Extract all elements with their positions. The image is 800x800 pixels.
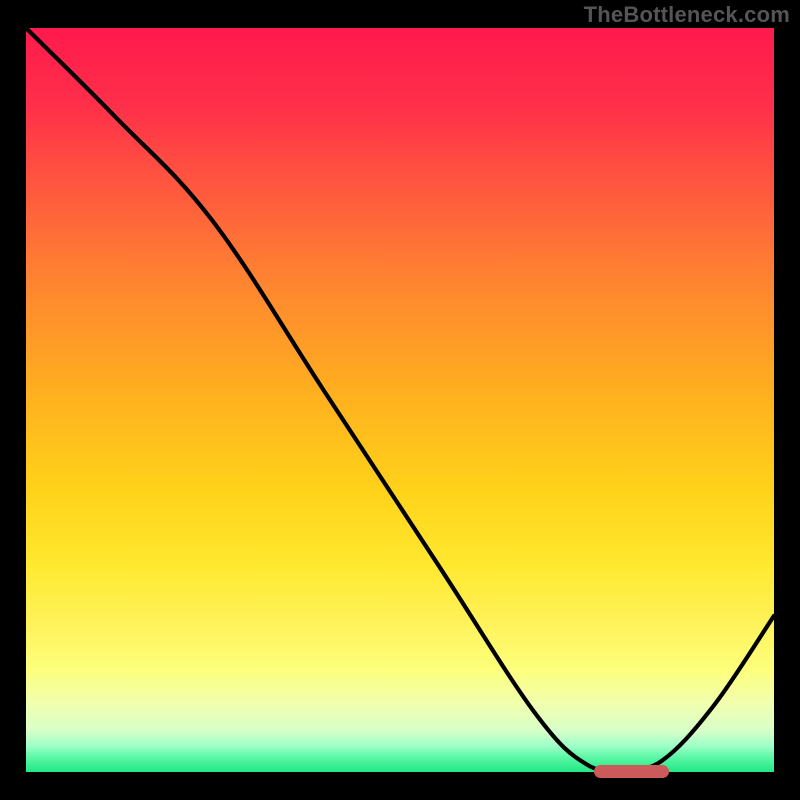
watermark-text: TheBottleneck.com [584, 2, 790, 28]
bottleneck-curve [26, 28, 774, 770]
plot-area [26, 28, 774, 772]
frame-right [774, 0, 800, 800]
frame-bottom [0, 772, 800, 800]
curve-svg [26, 28, 774, 772]
optimum-marker [594, 765, 669, 778]
frame-left [0, 0, 26, 800]
